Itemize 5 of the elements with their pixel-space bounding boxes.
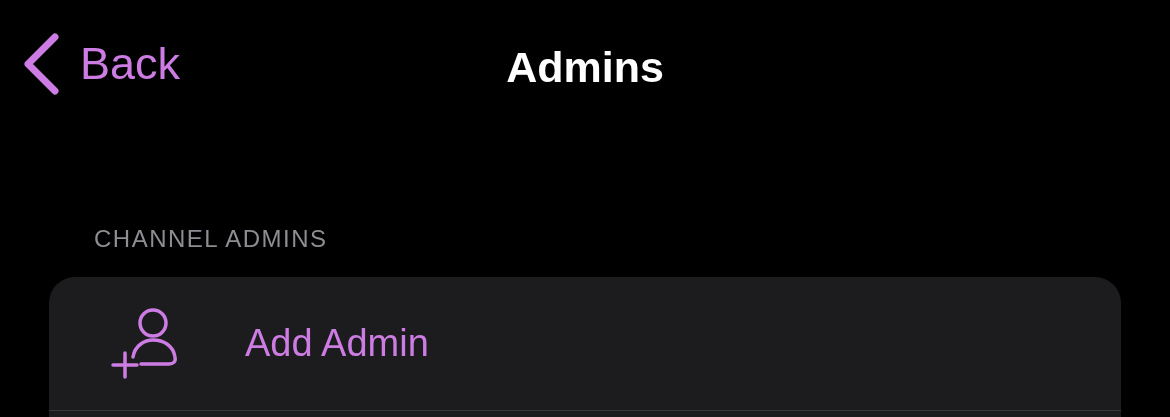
add-admin-row[interactable]: Add Admin — [49, 277, 1121, 411]
section-header: CHANNEL ADMINS — [94, 224, 329, 254]
chevron-left-icon — [22, 32, 60, 96]
screen-title: Admins — [506, 42, 664, 92]
back-button[interactable]: Back — [22, 32, 181, 96]
